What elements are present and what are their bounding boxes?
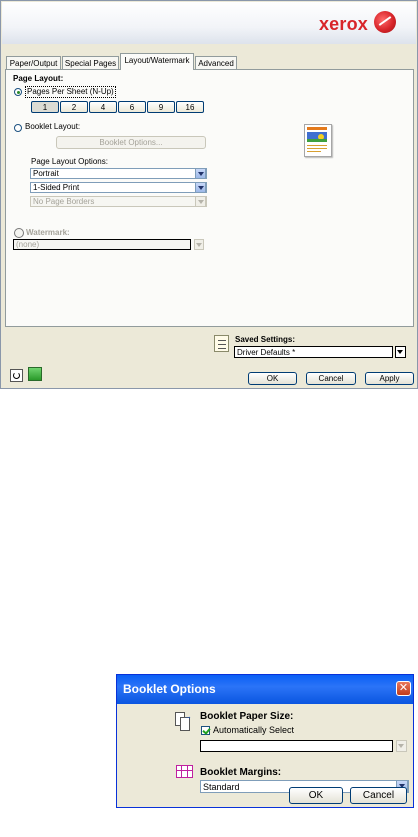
page-borders-select[interactable]: No Page Borders	[30, 196, 207, 207]
booklet-margins-label: Booklet Margins:	[200, 767, 282, 778]
booklet-options-dialog: Booklet Options ✕ → Booklet Paper Size: …	[116, 674, 414, 808]
saved-settings-icon	[214, 335, 229, 352]
watermark-value: (none)	[16, 240, 40, 249]
chevron-down-icon[interactable]	[195, 196, 206, 207]
chevron-down-icon[interactable]	[195, 182, 206, 193]
chevron-down-icon	[398, 744, 404, 748]
reset-icon[interactable]	[10, 369, 23, 382]
page-layout-options-label: Page Layout Options:	[31, 157, 108, 166]
page-borders-value: No Page Borders	[33, 197, 95, 206]
booklet-layout-label[interactable]: Booklet Layout:	[25, 122, 80, 131]
watermark-label: Watermark:	[26, 228, 70, 237]
tab-layout-watermark[interactable]: Layout/Watermark	[120, 53, 194, 70]
pages-per-sheet-radio[interactable]	[14, 88, 22, 96]
chevron-down-icon	[196, 243, 202, 247]
dialog-cancel-button[interactable]: Cancel	[350, 787, 407, 804]
cancel-button[interactable]: Cancel	[306, 372, 356, 385]
orientation-value: Portrait	[33, 169, 59, 178]
saved-settings-value: Driver Defaults *	[237, 348, 296, 357]
automatically-select-checkbox[interactable]	[201, 726, 210, 735]
orientation-select[interactable]: Portrait	[30, 168, 207, 179]
page-layout-heading: Page Layout:	[13, 74, 64, 83]
chevron-down-icon	[397, 350, 403, 354]
xerox-logo-icon	[374, 11, 396, 33]
booklet-paper-size-field[interactable]	[200, 740, 393, 752]
watermark-icon	[14, 228, 24, 238]
pages-2-button[interactable]: 2	[60, 101, 88, 113]
dialog-title: Booklet Options	[123, 682, 216, 696]
ok-button[interactable]: OK	[248, 372, 297, 385]
xerox-logo-text: xerox	[318, 14, 368, 34]
booklet-paper-size-label: Booklet Paper Size:	[200, 711, 294, 722]
pages-16-button[interactable]: 16	[176, 101, 204, 113]
pages-9-button[interactable]: 9	[147, 101, 175, 113]
saved-settings-field[interactable]: Driver Defaults *	[234, 346, 393, 358]
tab-paper-output[interactable]: Paper/Output	[6, 56, 61, 69]
pages-4-button[interactable]: 4	[89, 101, 117, 113]
booklet-options-button[interactable]: Booklet Options...	[56, 136, 206, 149]
tab-advanced[interactable]: Advanced	[195, 56, 237, 69]
paper-size-dropdown-button[interactable]	[396, 740, 407, 752]
booklet-margins-icon	[176, 765, 193, 778]
watermark-dropdown-button[interactable]	[194, 239, 204, 250]
close-icon[interactable]: ✕	[396, 681, 411, 696]
saved-settings-label: Saved Settings:	[235, 335, 296, 344]
watermark-select[interactable]: (none)	[13, 239, 191, 250]
dialog-title-bar[interactable]: Booklet Options ✕	[117, 675, 413, 704]
pages-per-sheet-label[interactable]: Pages Per Sheet (N-Up)	[25, 86, 116, 98]
saved-settings-dropdown-button[interactable]	[395, 346, 406, 358]
booklet-layout-radio[interactable]	[14, 124, 22, 132]
sides-select[interactable]: 1-Sided Print	[30, 182, 207, 193]
xerox-banner: xerox	[2, 2, 416, 44]
sides-value: 1-Sided Print	[33, 183, 80, 192]
booklet-paper-size-icon: →	[175, 712, 192, 732]
dialog-ok-button[interactable]: OK	[289, 787, 343, 804]
apply-button[interactable]: Apply	[365, 372, 414, 385]
chevron-down-icon[interactable]	[195, 168, 206, 179]
pages-1-button[interactable]: 1	[31, 101, 59, 113]
automatically-select-label[interactable]: Automatically Select	[213, 725, 294, 735]
online-support-icon[interactable]	[28, 367, 42, 381]
booklet-margins-value: Standard	[203, 782, 240, 792]
page-preview-image	[304, 124, 332, 157]
tab-special-pages[interactable]: Special Pages	[62, 56, 119, 69]
printer-properties-window: xerox Paper/Output Special Pages Layout/…	[0, 0, 418, 389]
pages-6-button[interactable]: 6	[118, 101, 146, 113]
